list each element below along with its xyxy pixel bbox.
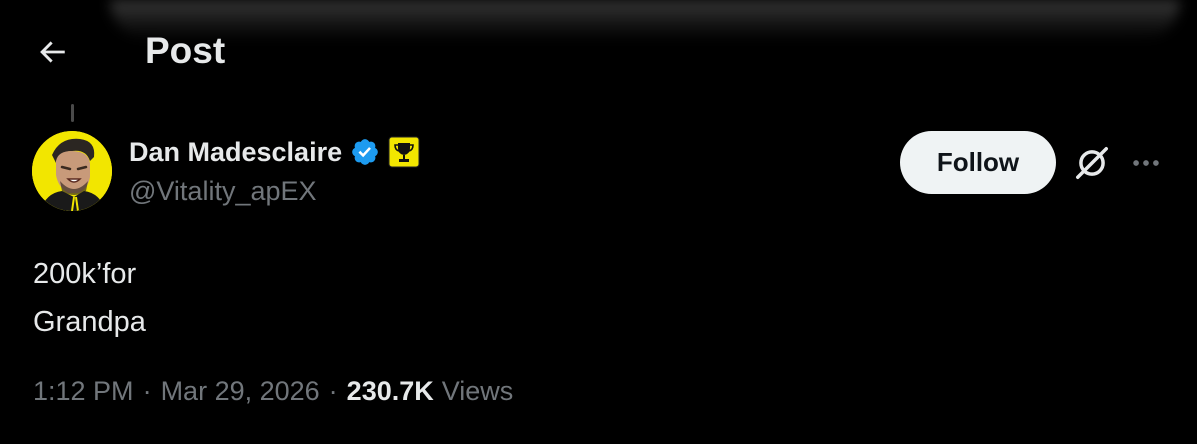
- avatar[interactable]: [32, 131, 112, 211]
- more-options-button[interactable]: [1124, 141, 1168, 185]
- post-text: 200k’for Grandpa: [33, 250, 146, 346]
- grok-button[interactable]: [1070, 141, 1114, 185]
- post-header: Post: [0, 0, 1197, 100]
- meta-separator: ·: [328, 376, 338, 406]
- back-button[interactable]: [30, 32, 74, 72]
- page-title: Post: [145, 30, 226, 71]
- thread-connector-line: [71, 104, 74, 122]
- post-meta: 1:12 PM · Mar 29, 2026 · 230.7K Views: [33, 376, 513, 407]
- avatar-image: [32, 131, 112, 211]
- follow-button[interactable]: Follow: [900, 131, 1056, 194]
- meta-separator: ·: [142, 376, 152, 406]
- views-label[interactable]: Views: [442, 376, 514, 407]
- trophy-badge-icon[interactable]: [388, 136, 420, 168]
- author-name-row: Dan Madesclaire: [129, 136, 420, 168]
- grok-icon: [1076, 147, 1108, 179]
- post-time[interactable]: 1:12 PM: [33, 376, 134, 407]
- post-date[interactable]: Mar 29, 2026: [161, 376, 320, 407]
- views-count[interactable]: 230.7K: [347, 376, 434, 407]
- more-horizontal-icon: [1133, 160, 1159, 166]
- author-display-name[interactable]: Dan Madesclaire: [129, 137, 342, 168]
- verified-badge-icon[interactable]: [350, 137, 380, 167]
- arrow-left-icon: [40, 41, 65, 63]
- post-text-line-2: Grandpa: [33, 306, 146, 338]
- post-text-line-1: 200k’for: [33, 258, 137, 290]
- author-handle[interactable]: @Vitality_apEX: [129, 176, 317, 207]
